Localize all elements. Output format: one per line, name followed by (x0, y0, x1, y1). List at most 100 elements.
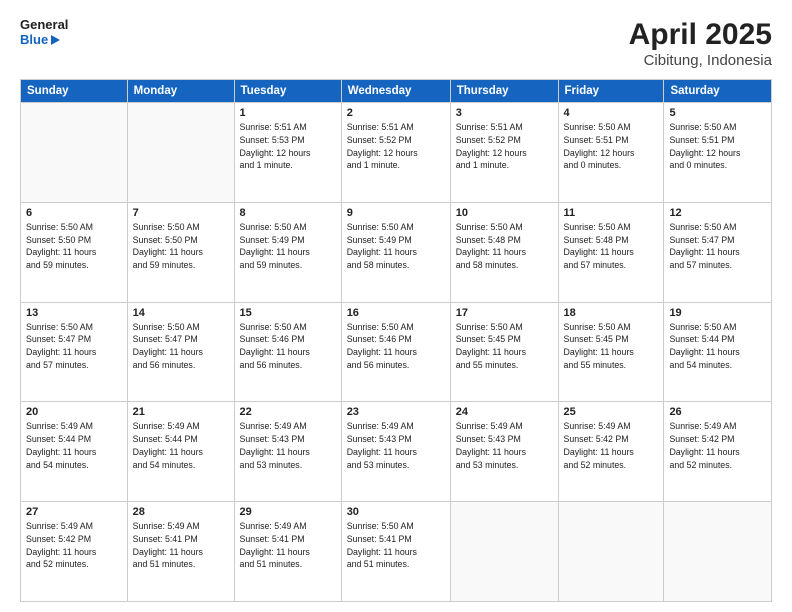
day-info: Sunrise: 5:50 AM Sunset: 5:45 PM Dayligh… (564, 321, 659, 372)
calendar-week-row: 13Sunrise: 5:50 AM Sunset: 5:47 PM Dayli… (21, 302, 772, 402)
calendar-cell: 10Sunrise: 5:50 AM Sunset: 5:48 PM Dayli… (450, 202, 558, 302)
calendar-cell (450, 502, 558, 602)
day-info: Sunrise: 5:50 AM Sunset: 5:48 PM Dayligh… (456, 221, 553, 272)
day-info: Sunrise: 5:50 AM Sunset: 5:50 PM Dayligh… (133, 221, 229, 272)
calendar-cell: 19Sunrise: 5:50 AM Sunset: 5:44 PM Dayli… (664, 302, 772, 402)
logo-blue-text: Blue (20, 33, 48, 48)
day-number: 3 (456, 107, 553, 119)
calendar-cell: 6Sunrise: 5:50 AM Sunset: 5:50 PM Daylig… (21, 202, 128, 302)
day-number: 28 (133, 506, 229, 518)
calendar-cell: 14 Sunrise: 5:50 AM Sunset: 5:47 PM Dayli… (127, 302, 234, 402)
header: General Blue April 2025 Cibitung, Indone… (20, 18, 772, 69)
day-number: 7 (133, 207, 229, 219)
calendar-cell: 30 Sunrise: 5:50 AM Sunset: 5:41 PM Dayli… (341, 502, 450, 602)
calendar-cell: 28 Sunrise: 5:49 AM Sunset: 5:41 PM Dayli… (127, 502, 234, 602)
calendar-week-row: 27 Sunrise: 5:49 AM Sunset: 5:42 PM Dayli… (21, 502, 772, 602)
day-info: Sunrise: 5:49 AM Sunset: 5:42 PM Dayligh… (669, 420, 766, 471)
day-info: Sunrise: 5:50 AM Sunset: 5:47 PM Dayligh… (133, 321, 229, 372)
day-number: 17 (456, 307, 553, 319)
calendar-week-row: 6 Sunrise: 5:50 AM Sunset: 5:50 PM Daylig… (21, 202, 772, 302)
day-number: 20 (26, 406, 122, 418)
calendar-cell: 27 Sunrise: 5:49 AM Sunset: 5:42 PM Dayli… (21, 502, 128, 602)
day-number: 21 (133, 406, 229, 418)
day-info: Sunrise: 5:50 AM Sunset: 5:48 PM Dayligh… (564, 221, 659, 272)
day-number: 6 (26, 207, 122, 219)
calendar-day-header: Friday (558, 80, 664, 103)
day-number: 8 (240, 207, 336, 219)
day-info: Sunrise: 5:49 AM Sunset: 5:42 PM Dayligh… (564, 420, 659, 471)
day-info: Sunrise: 5:50 AM Sunset: 5:45 PM Dayligh… (456, 321, 553, 372)
calendar-cell: 16 Sunrise: 5:50 AM Sunset: 5:46 PM Dayli… (341, 302, 450, 402)
day-info: Sunrise: 5:49 AM Sunset: 5:43 PM Dayligh… (240, 420, 336, 471)
day-info: Sunrise: 5:50 AM Sunset: 5:51 PM Dayligh… (669, 121, 766, 172)
day-number: 18 (564, 307, 659, 319)
calendar-week-row: 20 Sunrise: 5:49 AM Sunset: 5:44 PM Dayli… (21, 402, 772, 502)
calendar-cell: 17 Sunrise: 5:50 AM Sunset: 5:45 PM Dayli… (450, 302, 558, 402)
day-info: Sunrise: 5:50 AM Sunset: 5:47 PM Dayligh… (669, 221, 766, 272)
calendar-cell: 29Sunrise: 5:49 AM Sunset: 5:41 PM Dayli… (234, 502, 341, 602)
day-info: Sunrise: 5:49 AM Sunset: 5:41 PM Dayligh… (133, 520, 229, 571)
day-info: Sunrise: 5:50 AM Sunset: 5:46 PM Dayligh… (240, 321, 336, 372)
calendar-cell: 7 Sunrise: 5:50 AM Sunset: 5:50 PM Daylig… (127, 202, 234, 302)
day-number: 16 (347, 307, 445, 319)
calendar-cell: 18 Sunrise: 5:50 AM Sunset: 5:45 PM Dayli… (558, 302, 664, 402)
day-info: Sunrise: 5:49 AM Sunset: 5:44 PM Dayligh… (26, 420, 122, 471)
day-info: Sunrise: 5:49 AM Sunset: 5:44 PM Dayligh… (133, 420, 229, 471)
calendar-cell: 3 Sunrise: 5:51 AM Sunset: 5:52 PM Daylig… (450, 103, 558, 203)
day-info: Sunrise: 5:50 AM Sunset: 5:51 PM Dayligh… (564, 121, 659, 172)
day-info: Sunrise: 5:50 AM Sunset: 5:44 PM Dayligh… (669, 321, 766, 372)
calendar-cell: 11 Sunrise: 5:50 AM Sunset: 5:48 PM Dayli… (558, 202, 664, 302)
calendar-header-row: SundayMondayTuesdayWednesdayThursdayFrid… (21, 80, 772, 103)
calendar-day-header: Saturday (664, 80, 772, 103)
day-number: 14 (133, 307, 229, 319)
calendar-cell: 4Sunrise: 5:50 AM Sunset: 5:51 PM Daylig… (558, 103, 664, 203)
logo: General Blue (20, 18, 68, 48)
day-info: Sunrise: 5:51 AM Sunset: 5:52 PM Dayligh… (456, 121, 553, 172)
day-info: Sunrise: 5:49 AM Sunset: 5:42 PM Dayligh… (26, 520, 122, 571)
calendar-cell: 13Sunrise: 5:50 AM Sunset: 5:47 PM Dayli… (21, 302, 128, 402)
calendar-cell: 24 Sunrise: 5:49 AM Sunset: 5:43 PM Dayli… (450, 402, 558, 502)
day-number: 27 (26, 506, 122, 518)
calendar-cell: 23 Sunrise: 5:49 AM Sunset: 5:43 PM Dayli… (341, 402, 450, 502)
page: General Blue April 2025 Cibitung, Indone… (0, 0, 792, 612)
day-number: 11 (564, 207, 659, 219)
day-number: 30 (347, 506, 445, 518)
calendar-cell: 15 Sunrise: 5:50 AM Sunset: 5:46 PM Dayli… (234, 302, 341, 402)
day-number: 26 (669, 406, 766, 418)
day-number: 12 (669, 207, 766, 219)
day-info: Sunrise: 5:49 AM Sunset: 5:43 PM Dayligh… (456, 420, 553, 471)
calendar-cell (127, 103, 234, 203)
calendar-cell: 8 Sunrise: 5:50 AM Sunset: 5:49 PM Daylig… (234, 202, 341, 302)
day-info: Sunrise: 5:49 AM Sunset: 5:43 PM Dayligh… (347, 420, 445, 471)
day-info: Sunrise: 5:50 AM Sunset: 5:47 PM Dayligh… (26, 321, 122, 372)
day-info: Sunrise: 5:50 AM Sunset: 5:41 PM Dayligh… (347, 520, 445, 571)
logo-chevron-icon (51, 35, 60, 45)
day-number: 5 (669, 107, 766, 119)
day-number: 23 (347, 406, 445, 418)
title-block: April 2025 Cibitung, Indonesia (629, 18, 772, 69)
page-subtitle: Cibitung, Indonesia (629, 52, 772, 69)
calendar-cell: 12 Sunrise: 5:50 AM Sunset: 5:47 PM Dayli… (664, 202, 772, 302)
calendar-cell: 9 Sunrise: 5:50 AM Sunset: 5:49 PM Daylig… (341, 202, 450, 302)
day-info: Sunrise: 5:50 AM Sunset: 5:49 PM Dayligh… (240, 221, 336, 272)
day-number: 24 (456, 406, 553, 418)
calendar-day-header: Sunday (21, 80, 128, 103)
calendar-cell: 1Sunrise: 5:51 AM Sunset: 5:53 PM Daylig… (234, 103, 341, 203)
calendar-day-header: Wednesday (341, 80, 450, 103)
day-number: 15 (240, 307, 336, 319)
calendar-cell: 2Sunrise: 5:51 AM Sunset: 5:52 PM Daylig… (341, 103, 450, 203)
calendar-day-header: Tuesday (234, 80, 341, 103)
calendar-cell: 20 Sunrise: 5:49 AM Sunset: 5:44 PM Dayli… (21, 402, 128, 502)
day-info: Sunrise: 5:50 AM Sunset: 5:49 PM Dayligh… (347, 221, 445, 272)
logo-general-text: General (20, 18, 68, 33)
day-info: Sunrise: 5:50 AM Sunset: 5:46 PM Dayligh… (347, 321, 445, 372)
day-number: 2 (347, 107, 445, 119)
day-number: 25 (564, 406, 659, 418)
day-number: 22 (240, 406, 336, 418)
calendar-cell (558, 502, 664, 602)
calendar-cell: 26 Sunrise: 5:49 AM Sunset: 5:42 PM Dayli… (664, 402, 772, 502)
calendar-cell: 21 Sunrise: 5:49 AM Sunset: 5:44 PM Dayli… (127, 402, 234, 502)
calendar-cell (664, 502, 772, 602)
day-number: 9 (347, 207, 445, 219)
calendar-week-row: 1Sunrise: 5:51 AM Sunset: 5:53 PM Daylig… (21, 103, 772, 203)
